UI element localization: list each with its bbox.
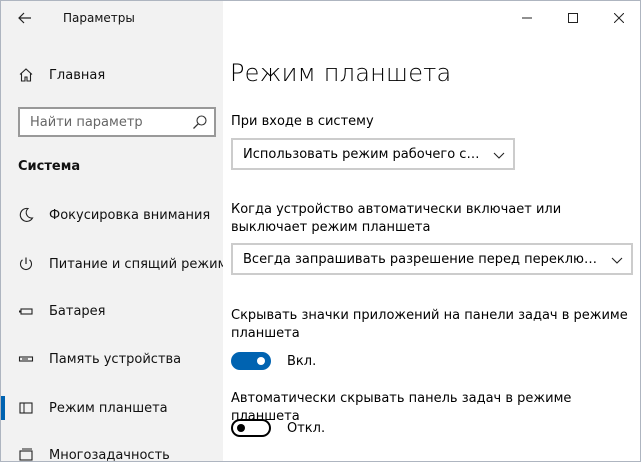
tablet-mode-icon xyxy=(17,399,35,417)
sidebar: Параметры Главная Система xyxy=(1,1,227,462)
sidebar-item-multitasking[interactable]: Многозадачность xyxy=(1,435,223,462)
back-arrow-icon xyxy=(18,12,31,24)
auto-switch-dropdown[interactable]: Всегда запрашивать разрешение перед пере… xyxy=(231,243,633,275)
sidebar-item-focus-assist[interactable]: Фокусировка внимания xyxy=(1,195,223,235)
sidebar-item-storage[interactable]: Память устройства xyxy=(1,339,223,379)
page-title: Режим планшета xyxy=(230,59,452,87)
toggle-state-label: Откл. xyxy=(287,420,326,436)
toggle-state-label: Вкл. xyxy=(287,353,317,369)
chevron-down-icon xyxy=(493,152,505,159)
close-icon xyxy=(614,13,624,23)
dropdown-value: Использовать режим рабочего стола xyxy=(243,147,483,162)
main-content: Режим планшета При входе в систему Испол… xyxy=(223,1,640,461)
sidebar-item-label: Главная xyxy=(49,67,106,83)
sidebar-item-label: Питание и спящий режим xyxy=(49,256,228,272)
search-input[interactable] xyxy=(20,109,214,135)
title-bar: Параметры xyxy=(1,1,223,35)
search-box xyxy=(18,107,216,137)
sidebar-item-home[interactable]: Главная xyxy=(1,59,223,91)
multitasking-icon xyxy=(17,446,35,461)
home-icon xyxy=(17,66,35,84)
maximize-button[interactable] xyxy=(550,1,596,35)
signin-mode-dropdown[interactable]: Использовать режим рабочего стола xyxy=(231,138,515,170)
back-button[interactable] xyxy=(11,5,39,31)
dropdown-value: Всегда запрашивать разрешение перед пере… xyxy=(243,252,603,267)
auto-switch-label: Когда устройство автоматически включает … xyxy=(231,202,562,235)
power-icon xyxy=(17,255,35,273)
battery-icon xyxy=(17,302,35,320)
moon-icon xyxy=(17,206,35,224)
signin-label: При входе в систему xyxy=(231,114,374,129)
hide-taskbar-toggle[interactable] xyxy=(231,419,271,437)
chevron-down-icon xyxy=(611,257,623,264)
sidebar-item-tablet-mode[interactable]: Режим планшета xyxy=(1,388,223,428)
app-title: Параметры xyxy=(63,11,135,25)
minimize-icon xyxy=(522,17,532,19)
sidebar-item-power-sleep[interactable]: Питание и спящий режим xyxy=(1,244,227,284)
settings-window: Параметры Главная Система xyxy=(0,0,641,462)
hide-icons-toggle[interactable] xyxy=(231,352,271,370)
hide-taskbar-toggle-row: Откл. xyxy=(231,417,325,439)
sidebar-item-label: Память устройства xyxy=(49,351,182,367)
close-button[interactable] xyxy=(596,1,640,35)
sidebar-item-label: Режим планшета xyxy=(49,400,168,416)
search-icon[interactable] xyxy=(192,114,208,130)
storage-icon xyxy=(17,350,35,368)
section-title: Система xyxy=(18,159,81,174)
active-indicator xyxy=(1,396,5,420)
hide-icons-toggle-row: Вкл. xyxy=(231,350,316,372)
maximize-icon xyxy=(568,13,578,23)
toggle-knob xyxy=(237,424,245,432)
minimize-button[interactable] xyxy=(504,1,550,35)
sidebar-item-label: Многозадачность xyxy=(49,447,170,462)
sidebar-item-battery[interactable]: Батарея xyxy=(1,291,223,331)
sidebar-item-label: Фокусировка внимания xyxy=(49,207,211,223)
hide-icons-label: Скрывать значки приложений на панели зад… xyxy=(231,308,628,341)
window-controls xyxy=(504,1,640,35)
sidebar-item-label: Батарея xyxy=(49,303,106,319)
toggle-knob xyxy=(257,357,265,365)
